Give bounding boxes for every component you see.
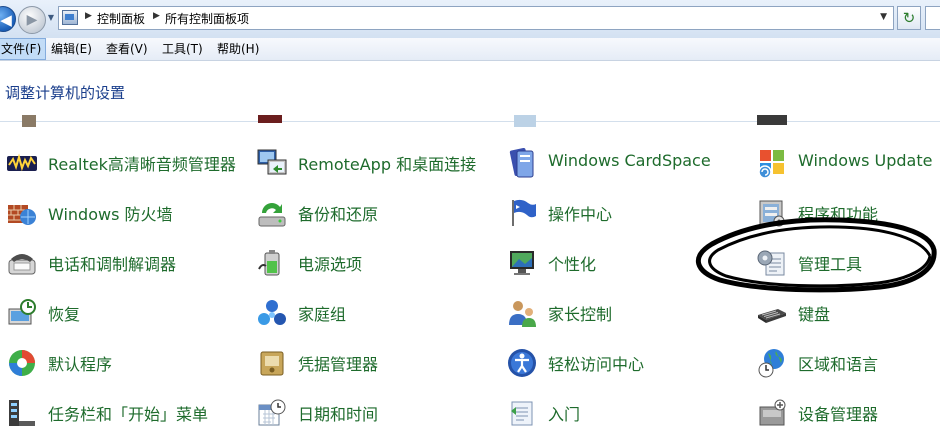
remote-desktop-icon xyxy=(257,149,287,175)
address-bar-row: ◀ ▶ ▼ ▶ 控制面板 ▶ 所有控制面板项 ▼ ↻ xyxy=(0,0,940,38)
device-manager-icon xyxy=(759,399,786,426)
personalization-icon xyxy=(510,251,534,275)
search-input[interactable] xyxy=(925,6,940,30)
clipped-icon xyxy=(258,115,282,123)
page-title: 调整计算机的设置 xyxy=(5,84,126,102)
item-label[interactable]: 家长控制 xyxy=(548,301,612,325)
programs-icon xyxy=(759,200,785,227)
menu-view[interactable]: 查看(V) xyxy=(106,38,148,60)
control-panel-window: ◀ ▶ ▼ ▶ 控制面板 ▶ 所有控制面板项 ▼ ↻ 文件(F) 编辑(E) 查… xyxy=(0,0,940,442)
clipped-icon xyxy=(757,115,787,125)
header-divider xyxy=(0,121,940,122)
action-center-icon xyxy=(512,199,536,226)
item-label[interactable]: Realtek高清晰音频管理器 xyxy=(48,151,236,175)
item-label[interactable]: 默认程序 xyxy=(48,351,112,375)
item-label[interactable]: RemoteApp 和桌面连接 xyxy=(298,151,476,175)
region-language-icon xyxy=(758,349,784,378)
breadcrumb-chevron-icon[interactable]: ▶ xyxy=(153,11,160,21)
ease-of-access-icon xyxy=(508,349,536,377)
cardspace-icon xyxy=(509,147,534,178)
item-label[interactable]: 区域和语言 xyxy=(798,351,878,375)
default-programs-icon xyxy=(9,350,35,376)
menu-bar: 文件(F) 编辑(E) 查看(V) 工具(T) 帮助(H) xyxy=(0,38,940,61)
item-label[interactable]: 操作中心 xyxy=(548,201,612,225)
item-label[interactable]: 家庭组 xyxy=(298,301,346,325)
phone-modem-icon xyxy=(8,254,36,275)
homegroup-icon xyxy=(258,300,286,325)
item-label[interactable]: Windows CardSpace xyxy=(548,151,711,170)
item-label[interactable]: 凭据管理器 xyxy=(298,351,378,375)
clipped-icon xyxy=(514,115,536,127)
breadcrumb-control-panel[interactable]: 控制面板 xyxy=(97,10,145,27)
breadcrumb-all-items[interactable]: 所有控制面板项 xyxy=(165,10,249,27)
item-label[interactable]: 电话和调制解调器 xyxy=(48,251,176,275)
credential-manager-icon xyxy=(260,351,284,376)
item-label[interactable]: 轻松访问中心 xyxy=(548,351,644,375)
control-panel-icon xyxy=(62,10,78,25)
item-label[interactable]: 设备管理器 xyxy=(798,401,878,425)
item-label[interactable]: 恢复 xyxy=(48,301,80,325)
keyboard-icon xyxy=(758,309,786,323)
backup-icon xyxy=(258,203,286,227)
getting-started-icon xyxy=(511,401,533,426)
item-label[interactable]: 电源选项 xyxy=(298,251,362,275)
audio-manager-icon xyxy=(7,153,37,172)
item-label[interactable]: 日期和时间 xyxy=(298,401,378,425)
item-label[interactable]: 个性化 xyxy=(548,251,596,275)
menu-file[interactable]: 文件(F) xyxy=(0,38,47,60)
power-options-icon xyxy=(258,250,280,276)
parental-controls-icon xyxy=(509,301,536,327)
firewall-icon xyxy=(8,205,36,225)
item-label[interactable]: 任务栏和「开始」菜单 xyxy=(48,401,208,425)
menu-tools[interactable]: 工具(T) xyxy=(162,38,203,60)
menu-edit[interactable]: 编辑(E) xyxy=(51,38,92,60)
refresh-icon[interactable]: ↻ xyxy=(897,6,921,30)
history-dropdown-icon[interactable]: ▼ xyxy=(46,12,56,24)
item-label[interactable]: 入门 xyxy=(548,401,580,425)
item-label[interactable]: 键盘 xyxy=(798,301,830,325)
item-label[interactable]: Windows Update xyxy=(798,151,932,170)
windows-update-icon xyxy=(758,150,784,179)
forward-arrow-icon[interactable]: ▶ xyxy=(18,6,46,34)
admin-tools-icon xyxy=(757,250,785,276)
recovery-icon xyxy=(8,299,36,325)
menu-help[interactable]: 帮助(H) xyxy=(217,38,259,60)
address-bar[interactable]: ▶ 控制面板 ▶ 所有控制面板项 ▼ xyxy=(58,6,894,30)
item-label[interactable]: 管理工具 xyxy=(798,251,862,275)
item-label[interactable]: 程序和功能 xyxy=(798,201,878,225)
back-arrow-icon[interactable]: ◀ xyxy=(0,6,16,32)
taskbar-icon xyxy=(9,400,35,426)
breadcrumb-chevron-icon[interactable]: ▶ xyxy=(85,11,92,21)
clipped-icon xyxy=(22,115,36,127)
address-dropdown-icon[interactable]: ▼ xyxy=(880,12,887,22)
item-label[interactable]: Windows 防火墙 xyxy=(48,201,173,225)
item-label[interactable]: 备份和还原 xyxy=(298,201,378,225)
date-time-icon xyxy=(258,399,286,426)
